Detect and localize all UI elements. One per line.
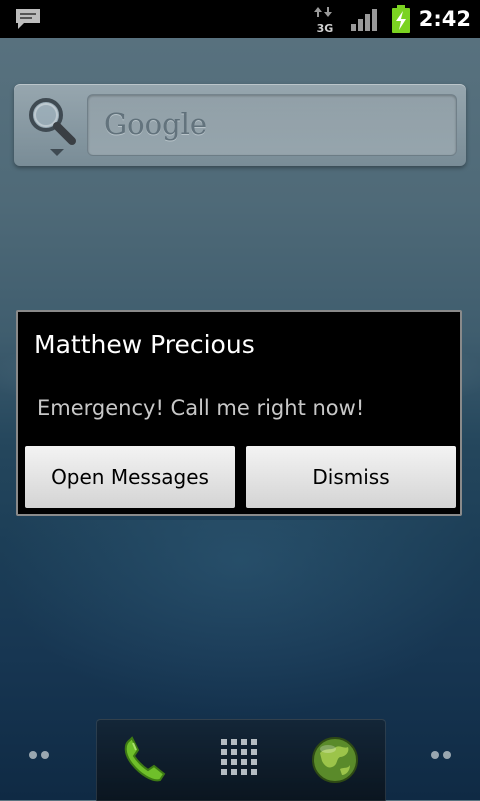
search-input[interactable]: Google xyxy=(87,94,457,156)
svg-text:3G: 3G xyxy=(317,22,334,34)
message-notification-icon[interactable] xyxy=(14,7,42,31)
message-alert-dialog: Matthew Precious Emergency! Call me righ… xyxy=(16,310,462,516)
signal-strength-icon xyxy=(351,9,377,31)
google-search-widget[interactable]: Google xyxy=(14,84,466,166)
browser-globe-icon[interactable] xyxy=(310,735,360,785)
battery-charging-icon xyxy=(392,5,410,33)
dropdown-arrow-icon xyxy=(50,149,64,156)
app-drawer-icon[interactable] xyxy=(220,738,260,778)
page-indicator-right[interactable] xyxy=(430,750,452,760)
clock-time: 2:42 xyxy=(418,7,471,31)
wallpaper-sea xyxy=(0,520,480,720)
google-logo: Google xyxy=(104,107,208,141)
dialog-title: Matthew Precious xyxy=(34,330,255,359)
status-bar: 3G 2:42 xyxy=(0,0,480,38)
phone-icon[interactable] xyxy=(118,734,172,786)
dismiss-button[interactable]: Dismiss xyxy=(246,446,456,508)
open-messages-button[interactable]: Open Messages xyxy=(25,446,235,508)
dialog-message: Emergency! Call me right now! xyxy=(37,396,365,420)
search-icon[interactable] xyxy=(24,94,84,156)
page-indicator-left[interactable] xyxy=(28,750,50,760)
3g-data-icon: 3G xyxy=(314,7,334,34)
